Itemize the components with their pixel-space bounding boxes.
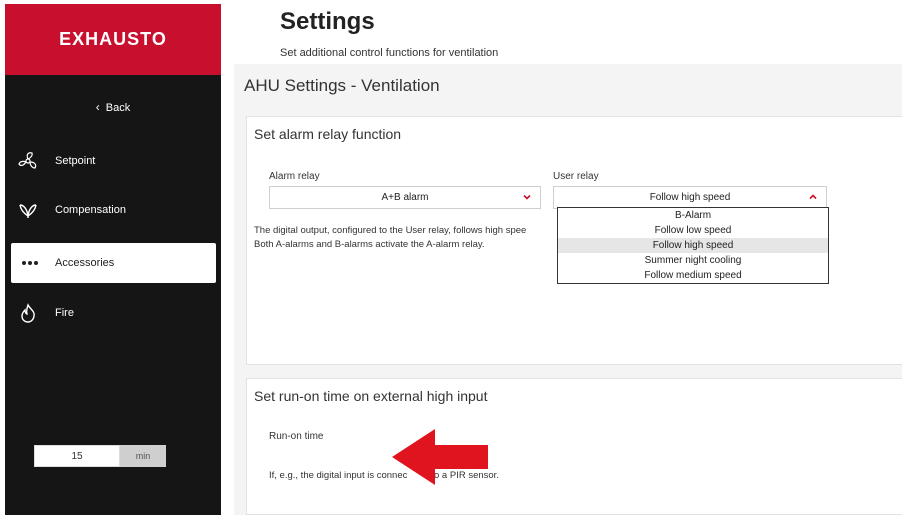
- user-relay-dropdown: B-Alarm Follow low speed Follow high spe…: [557, 207, 829, 284]
- dropdown-option[interactable]: B-Alarm: [558, 208, 828, 223]
- app-window: EXHAUSTO ‹ Back Setpoint Compensation Ac…: [0, 0, 902, 515]
- run-on-card: Set run-on time on external high input R…: [246, 378, 902, 515]
- alarm-relay-label: Alarm relay: [269, 171, 320, 182]
- run-on-unit: min: [120, 445, 166, 467]
- sidebar-item-compensation[interactable]: Compensation: [5, 190, 221, 230]
- sidebar: EXHAUSTO ‹ Back Setpoint Compensation Ac…: [5, 4, 221, 515]
- card-title: Set run-on time on external high input: [254, 388, 488, 404]
- sidebar-item-label: Accessories: [55, 257, 115, 269]
- user-relay-select[interactable]: Follow high speed: [553, 186, 827, 209]
- alarm-relay-value: A+B alarm: [381, 192, 429, 203]
- sidebar-item-fire[interactable]: Fire: [5, 293, 221, 333]
- alarm-relay-select[interactable]: A+B alarm: [269, 186, 541, 209]
- back-button[interactable]: ‹ Back: [5, 100, 221, 114]
- alarm-description-line1: The digital output, configured to the Us…: [254, 225, 527, 236]
- alarm-description-line2: Both A-alarms and B-alarms activate the …: [254, 239, 485, 250]
- annotation-arrow-icon: [392, 429, 488, 485]
- sidebar-item-label: Setpoint: [55, 155, 96, 167]
- page-subtitle: Set additional control functions for ven…: [280, 47, 499, 59]
- brand-logo: EXHAUSTO: [59, 29, 167, 49]
- chevron-left-icon: ‹: [95, 100, 100, 114]
- leaf-icon: [17, 199, 39, 221]
- dots-icon: [19, 252, 41, 274]
- back-label: Back: [105, 102, 131, 114]
- section-title: AHU Settings - Ventilation: [244, 76, 440, 95]
- sidebar-item-label: Fire: [55, 307, 74, 319]
- chevron-up-icon: [809, 194, 817, 200]
- dropdown-option[interactable]: Summer night cooling: [558, 253, 828, 268]
- sidebar-item-setpoint[interactable]: Setpoint: [5, 141, 221, 181]
- run-on-time-input[interactable]: 15: [34, 445, 120, 467]
- main-content: AHU Settings - Ventilation Set alarm rel…: [234, 64, 902, 515]
- card-title: Set alarm relay function: [254, 126, 402, 142]
- run-on-label: Run-on time: [269, 431, 324, 442]
- page-title: Settings: [280, 8, 375, 35]
- run-on-note-start: If, e.g., the digital input is connec: [269, 470, 408, 481]
- dropdown-option[interactable]: Follow low speed: [558, 223, 828, 238]
- dropdown-option[interactable]: Follow medium speed: [558, 268, 828, 283]
- sidebar-item-label: Compensation: [55, 204, 126, 216]
- fan-icon: [17, 150, 39, 172]
- chevron-down-icon: [523, 194, 531, 200]
- user-relay-label: User relay: [553, 171, 599, 182]
- sidebar-item-accessories[interactable]: Accessories: [11, 243, 216, 283]
- user-relay-value: Follow high speed: [649, 192, 731, 203]
- flame-icon: [17, 302, 39, 324]
- page-header: Settings Set additional control function…: [221, 0, 902, 64]
- brand-header: EXHAUSTO: [5, 4, 221, 75]
- dropdown-option-selected[interactable]: Follow high speed: [558, 238, 828, 253]
